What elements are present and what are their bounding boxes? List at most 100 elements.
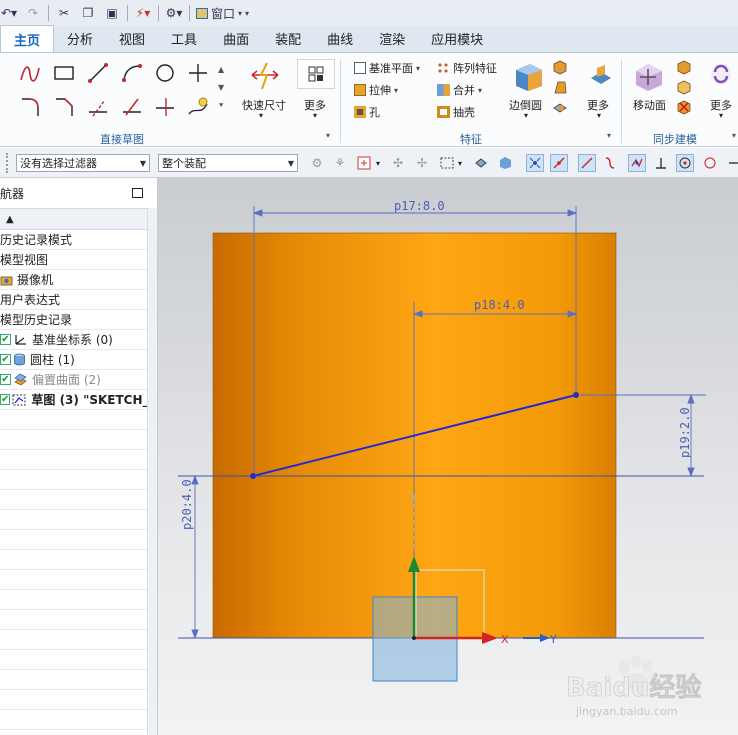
offset-region-icon[interactable]: [676, 79, 692, 95]
navigator-item[interactable]: 模型视图: [0, 250, 148, 270]
snap-intersection-icon[interactable]: [628, 154, 646, 172]
point-icon[interactable]: [186, 61, 210, 85]
visibility-checkbox[interactable]: ✔: [0, 354, 11, 365]
snap-point-icon[interactable]: ✣: [389, 154, 407, 172]
navigator-scrollbar[interactable]: [147, 208, 157, 735]
navigator-item[interactable]: ✔ 偏置曲面 (2): [0, 370, 148, 390]
dimension-p19-label[interactable]: p19:2.0: [678, 407, 692, 458]
quick-trim-icon[interactable]: [86, 95, 110, 119]
copy-icon[interactable]: ❐: [79, 3, 97, 23]
window-menu-button[interactable]: 窗口 ▾ ▾: [196, 3, 249, 23]
tab-view[interactable]: 视图: [106, 25, 158, 52]
tab-application[interactable]: 应用模块: [418, 25, 496, 52]
type-filter-select[interactable]: 没有选择过滤器 ▼: [16, 154, 150, 172]
gallery-down-icon[interactable]: ▼: [218, 83, 224, 92]
navigator-item[interactable]: 模型历史记录: [0, 310, 148, 330]
chevron-down-icon[interactable]: ▾: [719, 111, 723, 120]
chevron-down-icon[interactable]: ▾: [259, 111, 263, 120]
graphics-window[interactable]: p17:8.0 p18:4.0 p19:2.0 p20:4.0 Z X Y Ba…: [158, 178, 738, 735]
gallery-expand-icon[interactable]: ⯆: [218, 101, 224, 111]
datum-plane-button[interactable]: 基准平面 ▾: [354, 60, 420, 76]
cut-icon[interactable]: ✂: [55, 3, 73, 23]
more-feature-icon[interactable]: [586, 59, 616, 89]
navigator-item[interactable]: 用户表达式: [0, 290, 148, 310]
select-body-icon[interactable]: [496, 154, 514, 172]
navigator-column-header[interactable]: ▲: [0, 208, 148, 230]
sketch-constraint-icon[interactable]: [186, 95, 210, 119]
hole-button[interactable]: 孔: [354, 104, 380, 120]
navigator-item[interactable]: ✔ 草图 (3) "SKETCH_...: [0, 390, 148, 410]
dimension-p18-label[interactable]: p18:4.0: [474, 298, 525, 312]
shell-button[interactable]: 抽壳: [437, 104, 475, 120]
line-icon[interactable]: [86, 61, 110, 85]
snap-arc-center-icon[interactable]: [676, 154, 694, 172]
extrude-button[interactable]: 拉伸 ▾: [354, 82, 398, 98]
navigator-item[interactable]: ✔ 基准坐标系 (0): [0, 330, 148, 350]
quick-extend-icon[interactable]: [120, 95, 144, 119]
select-similar-icon[interactable]: ✢: [413, 154, 431, 172]
chamfer-icon[interactable]: [52, 95, 76, 119]
selection-scope-select[interactable]: 整个装配 ▼: [158, 154, 298, 172]
navigator-item[interactable]: 历史记录模式: [0, 230, 148, 250]
chevron-down-icon[interactable]: ▾: [376, 159, 380, 168]
more-gallery-icon[interactable]: [297, 59, 335, 89]
fillet-icon[interactable]: [18, 95, 42, 119]
unite-button[interactable]: 合并 ▾: [437, 82, 482, 98]
tab-surface[interactable]: 曲面: [210, 25, 262, 52]
chevron-down-icon[interactable]: ▾: [597, 111, 601, 120]
chamfer-feature-icon[interactable]: [552, 59, 568, 75]
snap-quadrant-icon[interactable]: [701, 154, 719, 172]
selection-rule-icon[interactable]: [355, 154, 373, 172]
studio-spline-icon[interactable]: [18, 61, 42, 85]
command-finder-icon[interactable]: ⚡▾: [134, 3, 152, 23]
delete-face-icon[interactable]: [676, 99, 692, 115]
visibility-checkbox[interactable]: ✔: [0, 374, 11, 385]
rectangle-icon[interactable]: [52, 61, 76, 85]
edge-blend-icon[interactable]: [511, 59, 545, 93]
snap-on-curve-icon[interactable]: [578, 154, 596, 172]
chevron-down-icon[interactable]: ▾: [313, 111, 317, 120]
draft-icon[interactable]: [552, 79, 568, 95]
gallery-up-icon[interactable]: ▲: [218, 65, 224, 74]
maximize-icon[interactable]: [132, 188, 143, 198]
model-viewport[interactable]: p17:8.0 p18:4.0 p19:2.0 p20:4.0 Z X Y Ba…: [158, 178, 738, 735]
dimension-p17-label[interactable]: p17:8.0: [394, 199, 445, 213]
snap-endpoint-icon[interactable]: [526, 154, 544, 172]
circle-icon[interactable]: [153, 61, 177, 85]
make-corner-icon[interactable]: [153, 95, 177, 119]
tab-curve[interactable]: 曲线: [314, 25, 366, 52]
snap-midpoint-icon[interactable]: [550, 154, 568, 172]
group-expand-icon[interactable]: ▾: [732, 131, 736, 140]
trim-body-icon[interactable]: [552, 99, 568, 115]
pattern-feature-button[interactable]: 阵列特征: [437, 60, 497, 76]
pull-face-icon[interactable]: [676, 59, 692, 75]
dimension-p20-label[interactable]: p20:4.0: [180, 479, 194, 530]
tab-tools[interactable]: 工具: [158, 25, 210, 52]
rapid-dimension-button[interactable]: 快速尺寸: [242, 97, 286, 113]
sketch-line-end-point[interactable]: [573, 392, 579, 398]
show-hidden-icon[interactable]: [472, 154, 490, 172]
sketch-line-start-point[interactable]: [250, 473, 256, 479]
visibility-checkbox[interactable]: ✔: [0, 334, 11, 345]
chevron-down-icon[interactable]: ▾: [458, 159, 462, 168]
tab-home[interactable]: 主页: [0, 25, 55, 52]
more-sync-icon[interactable]: [706, 59, 736, 89]
snap-curve-icon[interactable]: [601, 154, 619, 172]
tab-assembly[interactable]: 装配: [262, 25, 314, 52]
csys-origin[interactable]: [412, 636, 416, 640]
redo-icon[interactable]: ↷: [24, 3, 42, 23]
visibility-checkbox[interactable]: ✔: [0, 394, 11, 405]
paste-icon[interactable]: ▣: [103, 3, 121, 23]
move-face-icon[interactable]: [632, 59, 666, 93]
undo-icon[interactable]: ↶▾: [0, 3, 18, 23]
select-feature-icon[interactable]: ⚘: [331, 154, 349, 172]
snap-more-icon[interactable]: [725, 154, 738, 172]
tab-render[interactable]: 渲染: [366, 25, 418, 52]
rectangle-select-icon[interactable]: [438, 154, 456, 172]
snap-perpendicular-icon[interactable]: [652, 154, 670, 172]
navigator-item[interactable]: ✔ 圆柱 (1): [0, 350, 148, 370]
arc-icon[interactable]: [120, 61, 144, 85]
navigator-item[interactable]: 摄像机: [0, 270, 148, 290]
tab-analysis[interactable]: 分析: [54, 25, 106, 52]
repeat-command-icon[interactable]: ⚙▾: [165, 3, 183, 23]
